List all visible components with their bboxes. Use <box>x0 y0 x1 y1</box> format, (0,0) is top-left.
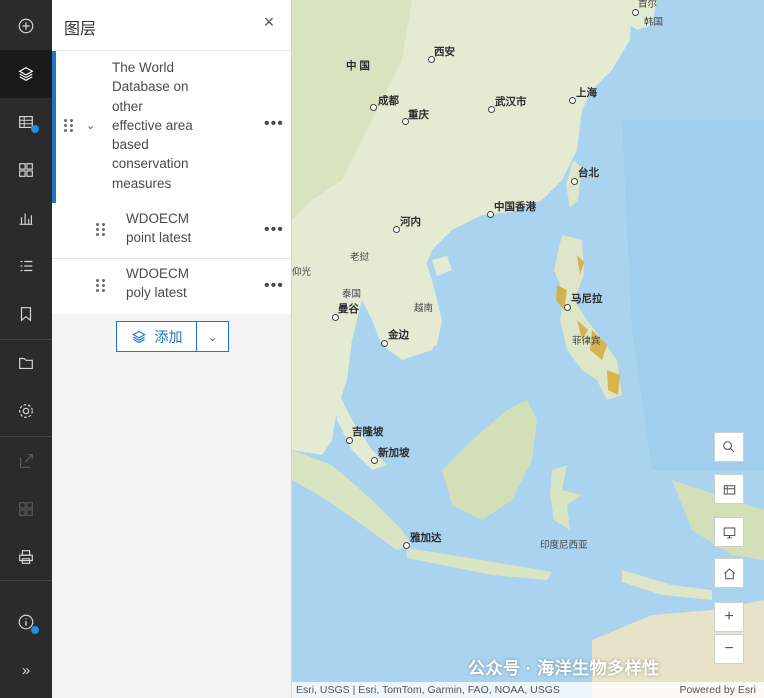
map-label: 老挝 <box>350 252 370 263</box>
add-layer-button[interactable]: 添加 <box>117 322 197 351</box>
map-label: 印度尼西亚 <box>540 540 588 551</box>
city-marker <box>403 542 410 549</box>
map-label: 曼谷 <box>338 303 359 315</box>
map-label: 中 国 <box>346 60 370 72</box>
legend-icon[interactable] <box>0 242 52 290</box>
zoom-out-button[interactable]: − <box>714 634 744 664</box>
panel-title: 图层 <box>64 21 97 38</box>
map-label: 韩国 <box>644 17 664 28</box>
chevron-down-icon[interactable]: ⌄ <box>197 322 228 351</box>
city-marker <box>632 9 639 16</box>
attribution-text: Esri, USGS | Esri, TomTom, Garmin, FAO, … <box>296 684 560 696</box>
add-layer-control: 添加 ⌄ <box>116 321 229 352</box>
map-label: 马尼拉 <box>571 293 603 305</box>
chevron-down-icon[interactable]: ⌄ <box>86 119 95 132</box>
home-icon[interactable] <box>714 558 744 588</box>
table-icon[interactable] <box>0 98 52 146</box>
city-marker <box>381 340 388 347</box>
info-icon[interactable] <box>0 598 52 646</box>
drag-handle-icon[interactable] <box>64 119 74 133</box>
sublayer-poly[interactable]: WDOECM poly latest ••• <box>52 259 291 314</box>
map-label: 重庆 <box>408 109 429 121</box>
close-icon[interactable]: × <box>259 12 279 33</box>
map-label: 泰国 <box>342 289 362 300</box>
add-icon[interactable] <box>0 2 52 50</box>
city-marker <box>370 104 377 111</box>
city-marker <box>393 226 400 233</box>
map-label: 雅加达 <box>410 532 442 544</box>
notification-dot <box>31 125 39 133</box>
city-marker <box>371 457 378 464</box>
city-marker <box>569 97 576 104</box>
layer-group-title: The World Database on other effective ar… <box>112 60 193 191</box>
map-label: 首尔 <box>638 0 658 10</box>
more-options-icon[interactable]: ••• <box>264 277 284 295</box>
map-label: 成都 <box>378 95 399 107</box>
layers-panel: 图层 × ⌄ The World Database on other effec… <box>52 0 292 698</box>
attribution-bar: Esri, USGS | Esri, TomTom, Garmin, FAO, … <box>292 682 764 698</box>
action-bar: » <box>0 0 52 698</box>
map-label: 上海 <box>576 87 597 99</box>
grid-icon <box>0 485 52 533</box>
layers-icon[interactable] <box>0 50 52 98</box>
basemap-gallery-icon[interactable] <box>714 474 744 504</box>
drag-handle-icon[interactable] <box>96 279 106 293</box>
city-marker <box>487 211 494 218</box>
drag-handle-icon[interactable] <box>96 223 106 237</box>
map-label: 台北 <box>578 167 599 179</box>
map-label: 金边 <box>388 329 409 341</box>
add-layer-label: 添加 <box>154 328 183 345</box>
layers-icon <box>131 330 146 343</box>
map-view[interactable]: 中 国 西安 成都 重庆 武汉市 上海 台北 中国香港 河内 老挝 泰国 曼谷 … <box>292 0 764 698</box>
expand-icon[interactable]: » <box>0 646 52 694</box>
layer-group-wdoecm[interactable]: ⌄ The World Database on other effective … <box>52 51 291 203</box>
folder-icon[interactable] <box>0 339 52 387</box>
print-icon[interactable] <box>0 533 52 581</box>
notification-dot <box>31 626 39 634</box>
sublayer-title: WDOECM poly latest <box>126 266 189 301</box>
settings-icon[interactable] <box>0 387 52 435</box>
map-label: 菲律宾 <box>572 336 601 347</box>
search-icon[interactable] <box>714 432 744 462</box>
watermark: 公众号 · 海洋生物多样性 <box>468 659 660 678</box>
zoom-in-button[interactable]: + <box>714 602 744 632</box>
map-label: 吉隆坡 <box>352 426 384 438</box>
panel-header: 图层 × <box>52 0 291 51</box>
sublayer-point[interactable]: WDOECM point latest ••• <box>52 203 291 259</box>
bookmark-icon[interactable] <box>0 290 52 338</box>
city-marker <box>564 304 571 311</box>
widgets-icon[interactable] <box>0 146 52 194</box>
city-marker <box>571 178 578 185</box>
map-label: 中国香港 <box>494 201 536 213</box>
screen-icon[interactable] <box>714 517 744 547</box>
share-icon <box>0 437 52 485</box>
city-marker <box>488 106 495 113</box>
map-label: 西安 <box>434 46 455 58</box>
map-label: 仰光 <box>292 267 312 278</box>
map-label: 河内 <box>400 216 421 228</box>
powered-by-text[interactable]: Powered by Esri <box>680 684 756 696</box>
more-options-icon[interactable]: ••• <box>264 221 284 239</box>
map-label: 越南 <box>414 303 434 314</box>
basemap <box>292 0 764 698</box>
map-label: 新加坡 <box>378 447 410 459</box>
map-label: 武汉市 <box>495 96 527 108</box>
sublayer-title: WDOECM point latest <box>126 211 192 246</box>
chart-icon[interactable] <box>0 194 52 242</box>
more-options-icon[interactable]: ••• <box>264 115 284 133</box>
